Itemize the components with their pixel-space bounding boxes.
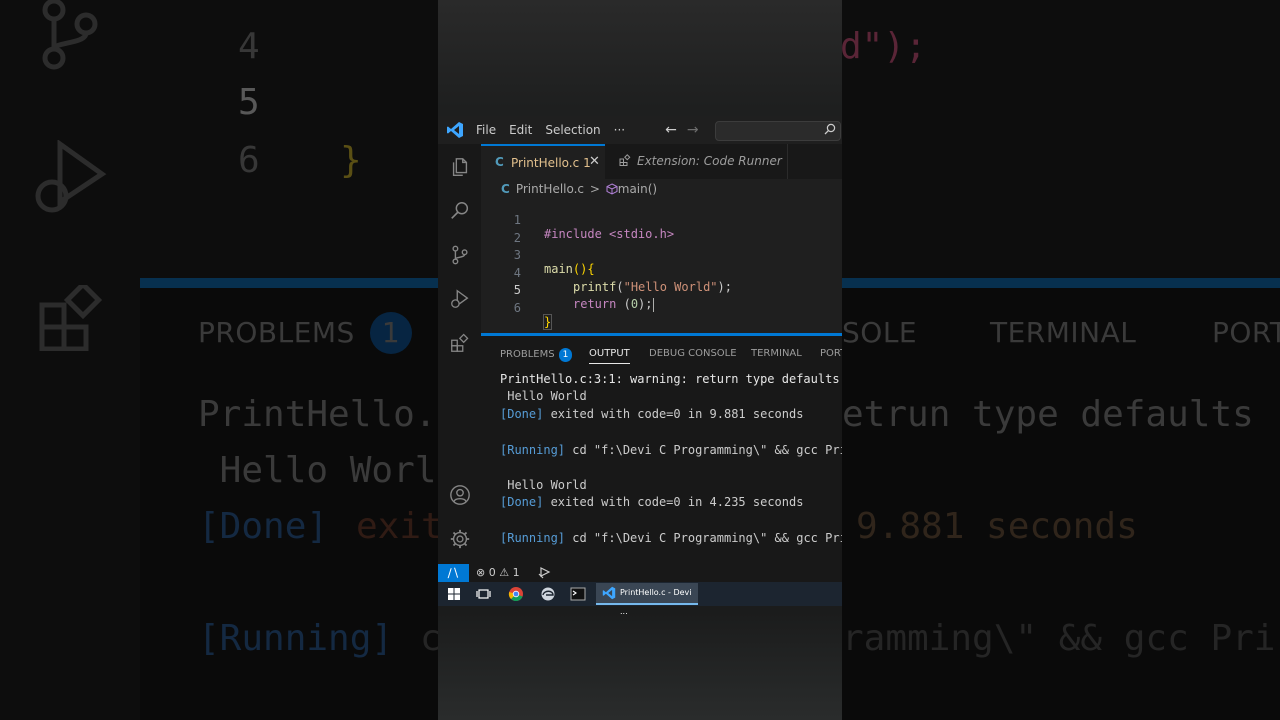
editor-tabs: C PrintHello.c 1 ✕ Extension: Code Runne… [481, 144, 842, 179]
output-text: Hello World [500, 478, 587, 492]
output-tag: [Done] [500, 407, 544, 421]
output-text: cd "f:\Devi C Programming\" && gcc Pri [565, 531, 842, 545]
menu-edit[interactable]: Edit [509, 123, 532, 137]
error-icon: ⊗ [476, 566, 486, 579]
output-line: [Running] cd "f:\Devi C Programming\" &&… [500, 443, 842, 457]
output-text: cd "f:\Devi C Programming\" && gcc Pri [565, 443, 842, 457]
run-debug-icon[interactable] [449, 288, 471, 310]
vscode-capture: File Edit Selection ··· ← → C PrintHello… [438, 0, 842, 720]
menu-file[interactable]: File [476, 123, 496, 137]
vscode-window: File Edit Selection ··· ← → C PrintHello… [438, 116, 842, 616]
forward-arrow-icon[interactable]: → [687, 122, 699, 138]
chrome-icon[interactable] [508, 586, 524, 602]
taskbar-vscode-app[interactable]: PrintHello.c - Devi ... [596, 583, 698, 616]
edge-icon[interactable] [540, 586, 556, 602]
output-tag: [Done] [500, 495, 544, 509]
tab-label: PROBLEMS [500, 349, 555, 360]
extensions-icon[interactable] [449, 332, 471, 354]
tab-ports[interactable]: PORT [820, 348, 842, 359]
output-line: Hello World [500, 389, 587, 403]
vscode-logo-icon [447, 122, 463, 138]
symbol-method-icon [606, 183, 618, 195]
code-line: 6 } [481, 287, 842, 330]
status-bar: ∕∖ ⊗ 0 ⚠ 1 [438, 564, 842, 582]
output-line: [Done] exited with code=0 in 9.881 secon… [500, 407, 803, 421]
tab-printhello[interactable]: C PrintHello.c 1 ✕ [481, 144, 605, 179]
output-line: [Running] cd "f:\Devi C Programming\" &&… [500, 531, 842, 545]
tab-extension-code-runner[interactable]: Extension: Code Runner [607, 144, 788, 179]
task-view-icon[interactable] [476, 586, 492, 602]
problems-badge: 1 [558, 348, 573, 362]
breadcrumb-symbol[interactable]: main() [618, 182, 657, 196]
output-text: exited with code=0 in 4.235 seconds [543, 495, 804, 509]
activity-bar [438, 144, 481, 564]
breadcrumb-separator: > [589, 182, 600, 196]
output-text: PrintHello.c:3:1: warning: return type d… [500, 372, 840, 386]
command-center-search[interactable] [715, 121, 841, 141]
windows-taskbar: PrintHello.c - Devi ... [438, 582, 842, 616]
output-line: PrintHello.c:3:1: warning: return type d… [500, 372, 840, 386]
tab-problems[interactable]: PROBLEMS 1 [500, 348, 573, 362]
line-number: 6 [513, 300, 521, 315]
tab-label: PrintHello.c [511, 156, 580, 170]
output-line: [Done] exited with code=0 in 4.235 secon… [500, 495, 803, 509]
tab-terminal[interactable]: TERMINAL [751, 348, 802, 359]
search-icon [824, 123, 836, 135]
title-bar: File Edit Selection ··· ← → [438, 116, 842, 144]
extensions-icon [619, 154, 631, 166]
c-file-icon: C [501, 182, 510, 196]
explorer-icon[interactable] [449, 156, 471, 178]
bottom-panel: PROBLEMS 1 OUTPUT DEBUG CONSOLE TERMINAL … [481, 333, 842, 564]
gear-icon[interactable] [449, 528, 471, 550]
panel-tabs: PROBLEMS 1 OUTPUT DEBUG CONSOLE TERMINAL … [481, 344, 842, 368]
windows-start-icon[interactable] [446, 586, 462, 602]
menu-more[interactable]: ··· [614, 123, 625, 137]
output-tag: [Running] [500, 531, 566, 545]
search-icon[interactable] [449, 200, 471, 222]
source-control-icon[interactable] [449, 244, 471, 266]
code-line: 1 #include <stdio.h> [481, 199, 842, 241]
output-text: Hello World [500, 389, 587, 403]
output-tag: [Running] [500, 443, 566, 457]
code-line: 5 return (0); [481, 269, 842, 312]
account-icon[interactable] [449, 484, 471, 506]
remote-indicator-icon[interactable]: ∕∖ [438, 564, 469, 582]
code-line: 4 printf("Hello World"); [481, 252, 842, 294]
code-line: 2 [481, 217, 842, 245]
breadcrumb: C PrintHello.c > main() [501, 182, 657, 196]
warning-count: 1 [512, 566, 520, 579]
ports-icon[interactable] [538, 565, 552, 579]
tab-label: Extension: Code Runner [637, 154, 782, 168]
tab-debug-console[interactable]: DEBUG CONSOLE [649, 348, 737, 359]
back-arrow-icon[interactable]: ← [665, 122, 677, 138]
tab-output[interactable]: OUTPUT [589, 348, 630, 364]
code-line: 3 main(){ [481, 234, 842, 276]
terminal-icon[interactable] [570, 586, 586, 602]
output-line: Hello World [500, 478, 587, 492]
close-icon[interactable]: ✕ [589, 154, 600, 169]
taskbar-app-label: PrintHello.c - Devi ... [620, 588, 692, 616]
editor-area: C PrintHello.c 1 ✕ Extension: Code Runne… [481, 144, 842, 334]
output-text: exited with code=0 in 9.881 seconds [543, 407, 804, 421]
warning-icon: ⚠ [499, 566, 510, 579]
menu-selection[interactable]: Selection [545, 123, 600, 137]
error-count: 0 [488, 566, 496, 579]
code-brackets: } [542, 313, 553, 330]
breadcrumb-file[interactable]: PrintHello.c [516, 182, 584, 196]
vscode-logo-icon [602, 586, 616, 600]
c-file-icon: C [495, 155, 504, 169]
problems-status[interactable]: ⊗ 0 ⚠ 1 [476, 566, 520, 579]
